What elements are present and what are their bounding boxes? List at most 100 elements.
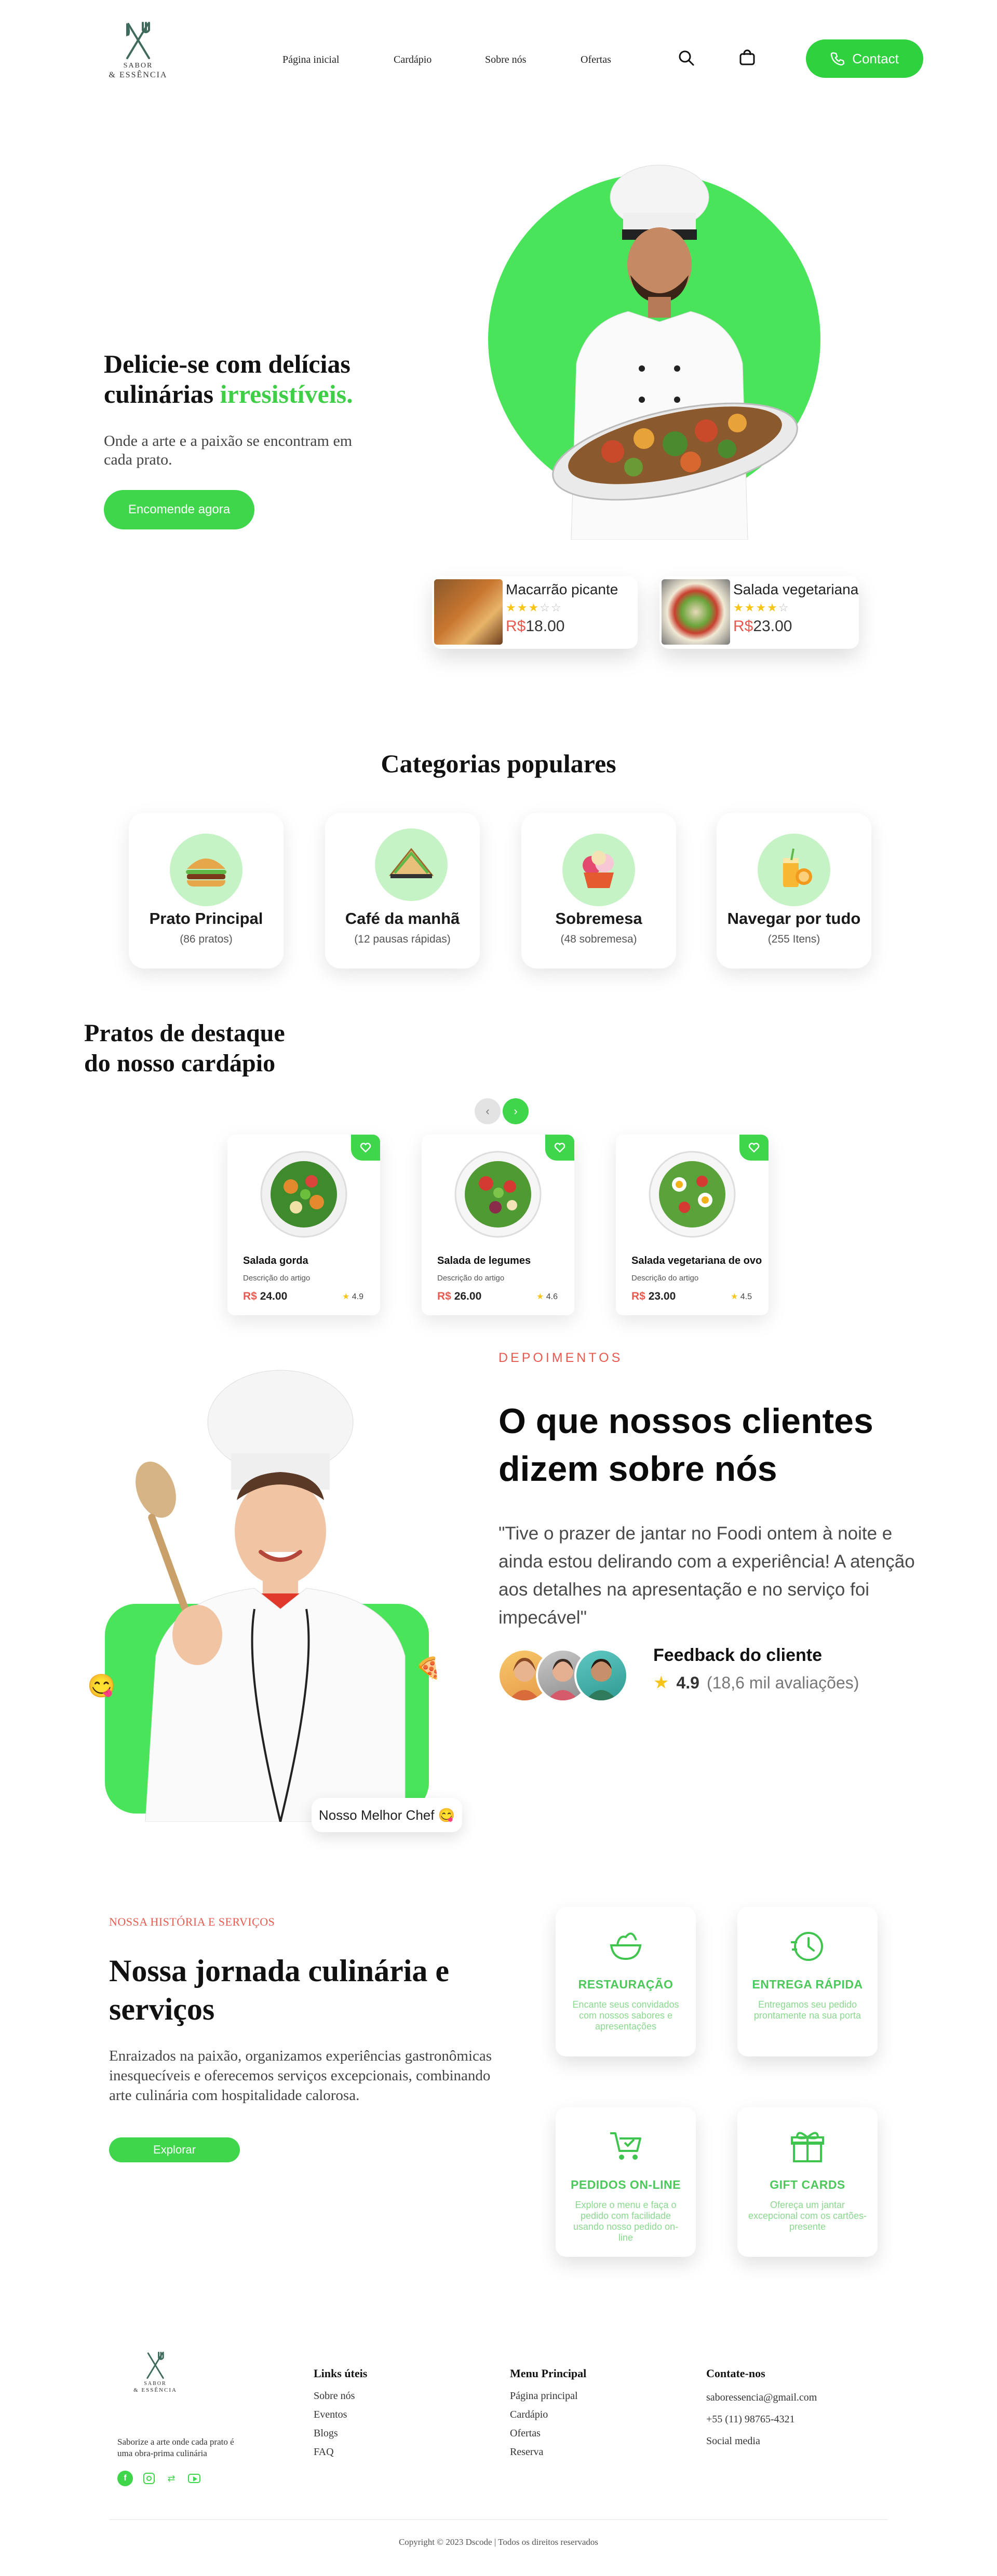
nav-offers[interactable]: Ofertas (581, 54, 611, 66)
star-icon: ★ (730, 1292, 738, 1301)
dessert-icon (562, 834, 635, 906)
favorite-button[interactable] (351, 1135, 380, 1161)
brand-line1: SABOR (123, 62, 153, 70)
footer-brand-line2: & ESSÊNCIA (133, 2387, 177, 2393)
nav-menu[interactable]: Cardápio (394, 54, 432, 66)
category-card-main[interactable]: Prato Principal (86 pratos) (129, 813, 284, 969)
service-card-giftcards[interactable]: GIFT CARDS Ofereça um jantar excepcional… (737, 2107, 878, 2257)
dish-description: Descrição do artigo (243, 1274, 311, 1283)
hero-dish-card-1[interactable]: Macarrão picante ★★★☆☆ R$18.00 (432, 576, 638, 649)
customer-avatar (574, 1648, 628, 1702)
footer-link-reservation[interactable]: Reserva (510, 2443, 578, 2461)
footer-col1-title: Links úteis (314, 2367, 368, 2380)
dish-price: R$18.00 (506, 618, 564, 635)
review-count: (18,6 mil avaliações) (706, 1673, 859, 1692)
categories-title: Categorias populares (381, 749, 616, 778)
explore-button[interactable]: Explorar (109, 2137, 240, 2162)
contact-button[interactable]: Contact (806, 39, 923, 78)
category-name: Prato Principal (149, 909, 263, 928)
youtube-icon[interactable] (188, 2474, 200, 2483)
dish-image (649, 1151, 736, 1238)
category-count: (86 pratos) (180, 933, 233, 945)
testimonial-quote: "Tive o prazer de jantar no Foodi ontem … (498, 1523, 915, 1628)
star-icon: ★ (536, 1292, 544, 1301)
category-count: (48 sobremesa) (560, 933, 637, 945)
order-now-button[interactable]: Encomende agora (104, 490, 254, 529)
cart-button[interactable] (738, 49, 756, 66)
footer-contact: saboressencia@gmail.com +55 (11) 98765-4… (706, 2387, 817, 2452)
shopping-bag-icon (739, 49, 755, 65)
footer-divider (109, 2519, 888, 2520)
search-icon (679, 50, 694, 66)
dish-price: R$23.00 (733, 618, 792, 635)
footer-link-events[interactable]: Eventos (314, 2405, 355, 2424)
nav-home[interactable]: Página inicial (282, 54, 339, 66)
instagram-icon[interactable] (143, 2473, 155, 2484)
footer-email[interactable]: saboressencia@gmail.com (706, 2387, 817, 2408)
price-currency: R$ (437, 1290, 451, 1302)
rating-value: 4.9 (676, 1673, 699, 1692)
dish-card[interactable]: Salada gorda Descrição do artigo R$ 24.0… (227, 1135, 380, 1315)
favorite-button[interactable] (739, 1135, 769, 1161)
favorite-button[interactable] (545, 1135, 574, 1161)
brand-logo[interactable]: SABOR & ESSÊNCIA (102, 20, 174, 87)
service-description: Encante seus convidados com nossos sabor… (572, 1999, 679, 2032)
star-rating: ★★★★☆ (733, 601, 790, 614)
dish-rating: ★ 4.6 (536, 1291, 558, 1302)
service-card-online[interactable]: PEDIDOS ON-LINE Explore o menu e faça o … (556, 2107, 696, 2257)
featured-title-line1: Pratos de destaque (84, 1019, 285, 1047)
hero-chef-image (552, 165, 798, 540)
footer-link-about[interactable]: Sobre nós (314, 2387, 355, 2405)
footer-tagline: Saborize a arte onde cada prato é uma ob… (117, 2437, 234, 2458)
price-currency: R$ (733, 618, 753, 635)
copyright: Copyright © 2023 Dscode | Todos os direi… (398, 2537, 599, 2547)
pizza-emoji-icon: 🍕 (415, 1657, 441, 1680)
category-card-all[interactable]: Navegar por tudo (255 Itens) (717, 813, 871, 969)
testimonials-title: O que nossos clientes dizem sobre nós (498, 1401, 873, 1489)
services-title: Nossa jornada culinária e serviços (109, 1954, 450, 2026)
hero-subtitle: Onde a arte e a paixão se encontram em c… (104, 432, 353, 468)
dish-name: Macarrão picante (506, 581, 618, 597)
dish-price: R$ 24.00 (243, 1290, 287, 1303)
footer-link-faq[interactable]: FAQ (314, 2443, 355, 2461)
footer-link-home[interactable]: Página principal (510, 2387, 578, 2405)
dish-image (454, 1151, 542, 1238)
feedback-label: Feedback do cliente (653, 1645, 822, 1665)
footer-phone[interactable]: +55 (11) 98765-4321 (706, 2408, 817, 2430)
footer-logo[interactable]: SABOR & ESSÊNCIA (127, 2350, 184, 2394)
featured-title-line2: do nosso cardápio (84, 1050, 276, 1077)
footer-col2-links: Página principal Cardápio Ofertas Reserv… (510, 2387, 578, 2461)
services-eyebrow: NOSSA HISTÓRIA E SERVIÇOS (109, 1915, 275, 1928)
service-card-delivery[interactable]: ENTREGA RÁPIDA Entregamos seu pedido pro… (737, 1907, 878, 2056)
price-currency: R$ (506, 618, 526, 635)
dish-card[interactable]: Salada vegetariana de ovo Descrição do a… (616, 1135, 769, 1315)
hero-dish-card-2[interactable]: Salada vegetariana ★★★★☆ R$23.00 (659, 576, 859, 649)
nav-about[interactable]: Sobre nós (485, 54, 526, 66)
search-button[interactable] (678, 50, 695, 66)
contact-label: Contact (852, 50, 899, 66)
category-card-breakfast[interactable]: Café da manhã (12 pausas rápidas) (325, 813, 480, 969)
dish-card[interactable]: Salada de legumes Descrição do artigo R$… (422, 1135, 574, 1315)
service-title: RESTAURAÇÃO (578, 1978, 673, 1991)
footer-link-blogs[interactable]: Blogs (314, 2424, 355, 2443)
dish-name: Salada gorda (243, 1255, 308, 1266)
service-description: Entregamos seu pedido prontamente na sua… (753, 1999, 861, 2021)
twitter-icon[interactable]: ⇄ (165, 2473, 178, 2484)
carousel-prev-button[interactable]: ‹ (475, 1098, 501, 1124)
star-rating: ★★★☆☆ (506, 601, 562, 614)
service-card-catering[interactable]: RESTAURAÇÃO Encante seus convidados com … (556, 1907, 696, 2056)
heart-icon (554, 1142, 565, 1153)
price-value: 23.00 (648, 1290, 676, 1302)
footer-link-offers[interactable]: Ofertas (510, 2424, 578, 2443)
carousel-next-button[interactable]: › (503, 1098, 529, 1124)
services-text: Enraizados na paixão, organizamos experi… (109, 2048, 492, 2104)
dish-image (434, 579, 503, 645)
smile-emoji-icon: 😋 (87, 1673, 116, 1699)
footer-link-menu[interactable]: Cardápio (510, 2405, 578, 2424)
facebook-icon[interactable]: f (117, 2471, 133, 2486)
rating-value: 4.9 (352, 1292, 363, 1301)
category-card-dessert[interactable]: Sobremesa (48 sobremesa) (521, 813, 676, 969)
featured-title: Pratos de destaque do nosso cardápio (84, 1018, 285, 1079)
dish-rating: ★ 4.5 (731, 1291, 752, 1302)
burger-icon (170, 834, 242, 906)
